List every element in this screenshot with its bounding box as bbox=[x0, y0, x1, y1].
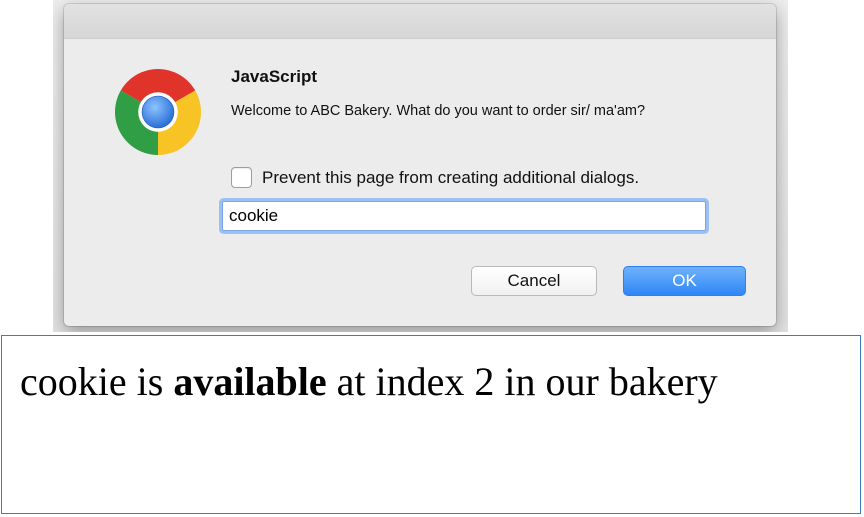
prompt-input[interactable] bbox=[222, 201, 706, 231]
prevent-dialogs-row[interactable]: Prevent this page from creating addition… bbox=[231, 167, 639, 188]
output-text-bold: available bbox=[173, 359, 327, 404]
dialog-screenshot-area: JavaScript Welcome to ABC Bakery. What d… bbox=[53, 0, 788, 332]
output-text-after: at index 2 in our bakery bbox=[326, 359, 718, 404]
output-box: cookie is available at index 2 in our ba… bbox=[1, 335, 861, 514]
dialog-message: Welcome to ABC Bakery. What do you want … bbox=[231, 103, 646, 119]
prevent-dialogs-label[interactable]: Prevent this page from creating addition… bbox=[262, 168, 639, 188]
javascript-prompt-dialog: JavaScript Welcome to ABC Bakery. What d… bbox=[64, 4, 776, 326]
output-text-before: cookie is bbox=[20, 359, 174, 404]
dialog-titlebar bbox=[64, 4, 776, 39]
page: JavaScript Welcome to ABC Bakery. What d… bbox=[0, 0, 864, 517]
prevent-dialogs-checkbox[interactable] bbox=[231, 167, 252, 188]
dialog-title: JavaScript bbox=[231, 67, 317, 86]
ok-button[interactable]: OK bbox=[623, 266, 746, 296]
chrome-logo-icon bbox=[115, 69, 201, 155]
output-message: cookie is available at index 2 in our ba… bbox=[20, 358, 718, 405]
cancel-button[interactable]: Cancel bbox=[471, 266, 597, 296]
